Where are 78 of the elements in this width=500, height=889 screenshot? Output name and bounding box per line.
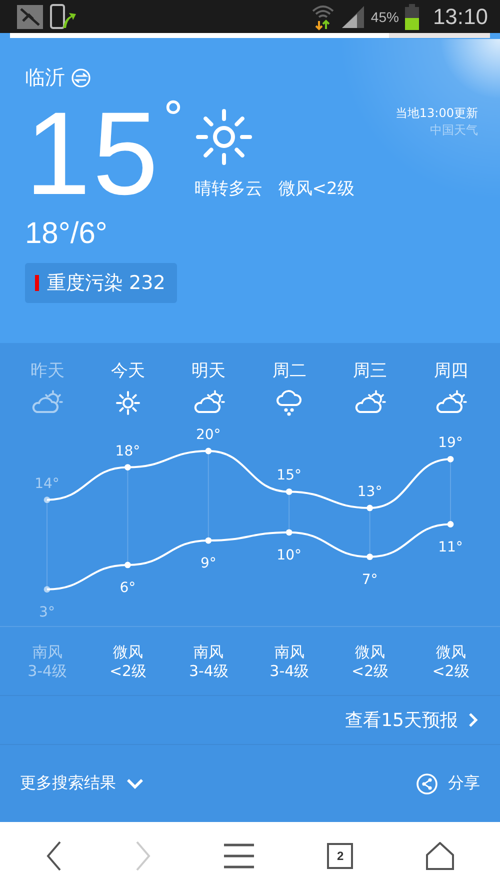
battery-percent: 45% <box>370 8 399 24</box>
cloud-sun-icon <box>31 390 64 414</box>
rain-cloud-icon <box>276 390 302 416</box>
more-results-button[interactable]: 更多搜索结果 <box>20 773 144 794</box>
temperature-point <box>124 562 131 568</box>
temperature-point <box>447 456 454 462</box>
cloud-sun-icon <box>354 390 386 414</box>
temperature-point <box>44 496 50 504</box>
wind-direction: 微风 <box>355 643 386 662</box>
temperature-label: 19° <box>438 435 463 452</box>
switch-city-icon[interactable] <box>71 68 91 88</box>
wind-direction: 微风 <box>436 643 466 662</box>
wind-direction: 南风 <box>274 643 304 662</box>
temperature-point <box>205 448 212 454</box>
temperature-label: 15° <box>276 468 302 484</box>
share-icon <box>416 772 438 794</box>
degree-sign: ° <box>162 99 184 139</box>
data-source: 中国天气 <box>430 122 478 139</box>
wind-level: 3-4级 <box>28 662 68 681</box>
air-quality-badge[interactable]: 重度污染 232 <box>25 263 178 303</box>
temperature-point <box>366 554 373 560</box>
cloud-sun-icon <box>192 390 225 414</box>
current-temperature: 15 <box>25 99 160 209</box>
sun-icon <box>115 390 142 416</box>
day-label: 周二 <box>272 360 306 382</box>
temperature-label: 20° <box>196 427 221 443</box>
wind-condition: 微风<2级 <box>278 178 354 200</box>
wind-level: 3-4级 <box>188 662 228 681</box>
wind-level: <2级 <box>109 662 147 681</box>
temperature-point <box>286 488 292 495</box>
battery-icon <box>404 4 419 30</box>
temperature-label: 3° <box>39 604 55 620</box>
share-button[interactable]: 分享 <box>416 772 480 794</box>
air-quality-label: 重度污染 232 <box>47 271 166 296</box>
clock-time: 13:10 <box>432 4 488 30</box>
wind-level: <2级 <box>352 662 389 681</box>
temperature-label: 14° <box>34 476 60 492</box>
wifi-icon <box>310 2 335 30</box>
temperature-point <box>366 504 373 512</box>
day-label: 明天 <box>192 360 226 382</box>
temperature-label: 6° <box>120 580 136 596</box>
temperature-point <box>124 464 131 470</box>
wind-direction: 微风 <box>113 643 144 662</box>
day-label: 周三 <box>353 360 388 382</box>
temperature-label: 11° <box>438 539 463 556</box>
day-label: 昨天 <box>30 360 64 382</box>
wind-level: <2级 <box>432 662 470 681</box>
tabs-button[interactable]: 2 <box>327 842 354 868</box>
home-icon[interactable] <box>426 842 454 870</box>
temperature-label: 18° <box>115 443 140 460</box>
day-label: 周四 <box>434 360 468 382</box>
temperature-label: 7° <box>362 572 378 588</box>
temperature-range: 18°/6° <box>25 217 108 251</box>
day-label: 今天 <box>111 360 146 382</box>
city-name: 临沂 <box>25 64 65 91</box>
wind-direction: 南风 <box>32 643 62 662</box>
cloud-sun-icon <box>434 390 467 414</box>
temperature-label: 13° <box>357 484 382 500</box>
chevron-right-icon <box>468 712 478 728</box>
signal-blocked-icon <box>17 4 43 28</box>
back-icon[interactable] <box>46 840 62 870</box>
wind-level: 3-4级 <box>270 662 310 681</box>
phone-upload-icon <box>49 4 77 30</box>
weather-condition: 晴转多云 <box>194 178 262 200</box>
temperature-point <box>205 537 212 544</box>
temperature-point <box>44 586 50 593</box>
pollution-level-marker <box>35 275 39 291</box>
cell-signal-icon <box>340 6 365 28</box>
wind-direction: 南风 <box>194 643 224 662</box>
temperature-label: 10° <box>276 547 302 564</box>
temperature-point <box>286 529 292 536</box>
chevron-down-icon <box>126 778 144 790</box>
sun-icon <box>194 107 254 167</box>
menu-icon[interactable] <box>222 842 255 868</box>
fifteen-day-forecast-link[interactable]: 查看15天预报 <box>345 708 478 732</box>
temperature-point <box>447 521 454 528</box>
temperature-label: 9° <box>200 556 216 572</box>
update-time: 当地13:00更新 <box>395 105 478 122</box>
